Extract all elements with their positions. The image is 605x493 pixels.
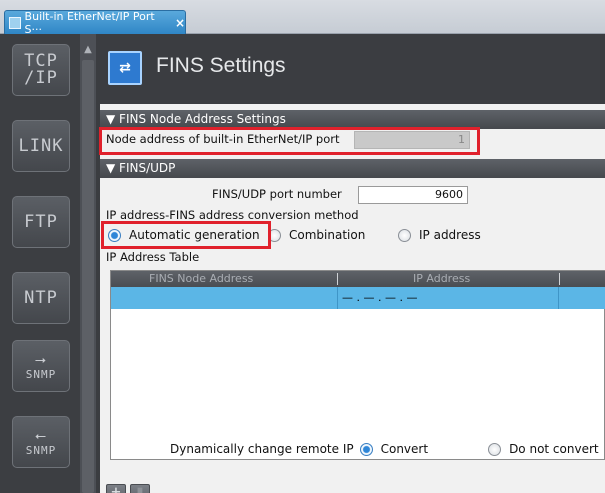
- nav-ntp-label: NTP: [24, 287, 58, 308]
- highlight-automatic-generation: [101, 221, 271, 249]
- column-separator: [559, 273, 560, 285]
- conversion-method-label: IP address-FINS address conversion metho…: [106, 208, 359, 222]
- dynamic-remote-ip-label: Dynamically change remote IP: [170, 442, 354, 456]
- scroll-up-icon[interactable]: ▲: [82, 44, 94, 56]
- delete-row-button[interactable]: ▮: [130, 484, 150, 493]
- nav-snmp-trap-button[interactable]: ⭠ SNMP: [12, 416, 70, 468]
- udp-port-label: FINS/UDP port number: [212, 187, 342, 201]
- nav-link-button[interactable]: LINK: [12, 120, 70, 172]
- scroll-thumb[interactable]: [82, 60, 94, 493]
- trash-icon: ▮: [136, 485, 144, 493]
- table-row[interactable]: — . — . — . —: [111, 287, 605, 309]
- close-icon[interactable]: ×: [175, 16, 185, 30]
- ip-address-cell[interactable]: — . — . — . —: [337, 287, 559, 309]
- nav-snmp-label: SNMP: [25, 367, 57, 381]
- radio-ip-address-label: IP address: [419, 228, 481, 242]
- radio-convert-label: Convert: [380, 442, 429, 456]
- nav-ntp-button[interactable]: NTP: [12, 272, 70, 324]
- tab-bar: Built-in EtherNet/IP Port S··· ×: [0, 0, 605, 36]
- tab-builtin-ethernet-ip-port[interactable]: Built-in EtherNet/IP Port S··· ×: [4, 9, 186, 36]
- radio-unselected-icon: [398, 228, 411, 242]
- page-header: ⇄ FINS Settings: [96, 34, 605, 104]
- dynamic-remote-ip-row: Dynamically change remote IP Convert Do …: [170, 442, 599, 456]
- ip-address-table: FINS Node Address IP Address — . — . — .…: [110, 270, 605, 460]
- udp-port-input[interactable]: 9600: [358, 186, 468, 204]
- nav-tcpip-label-bottom: /IP: [24, 68, 58, 88]
- radio-combination[interactable]: Combination: [268, 228, 365, 242]
- nav-link-label: LINK: [18, 135, 64, 156]
- tab-title: Built-in EtherNet/IP Port S···: [24, 9, 155, 36]
- add-row-button[interactable]: +: [106, 484, 126, 493]
- fins-icon: ⇄: [108, 51, 142, 85]
- table-header: FINS Node Address IP Address: [111, 271, 605, 287]
- nav-tcpip-button[interactable]: TCP /IP: [12, 44, 70, 96]
- column-fins-node-address[interactable]: FINS Node Address: [149, 272, 253, 285]
- nav-ftp-label: FTP: [24, 211, 58, 232]
- radio-convert[interactable]: [359, 442, 373, 456]
- radio-ip-address[interactable]: IP address: [398, 228, 481, 242]
- settings-window-icon: [9, 16, 21, 29]
- nav-ftp-button[interactable]: FTP: [12, 196, 70, 248]
- highlight-node-address: [99, 127, 480, 155]
- radio-combination-label: Combination: [289, 228, 366, 242]
- ip-address-table-label: IP Address Table: [106, 250, 200, 264]
- nav-scrollbar[interactable]: ▲: [80, 34, 96, 493]
- radio-do-not-convert[interactable]: [488, 442, 502, 456]
- snmp-receive-icon: ⭠: [34, 427, 48, 444]
- column-ip-address[interactable]: IP Address: [413, 272, 470, 285]
- settings-panel: ▼ FINS Node Address Settings Node addres…: [99, 104, 605, 493]
- left-nav: TCP /IP LINK FTP NTP ⭢ SNMP ⭠ SNMP: [0, 34, 80, 493]
- main-content: ⇄ FINS Settings ▼ FINS Node Address Sett…: [96, 34, 605, 493]
- section-fins-udp[interactable]: ▼ FINS/UDP: [100, 159, 605, 178]
- nav-snmp-button[interactable]: ⭢ SNMP: [12, 340, 70, 392]
- radio-do-not-convert-label: Do not convert: [509, 442, 599, 456]
- table-toolbar: + ▮: [106, 484, 150, 493]
- snmp-send-icon: ⭢: [34, 351, 48, 368]
- nav-snmp-trap-label: SNMP: [25, 443, 57, 457]
- column-separator: [337, 273, 338, 285]
- page-title: FINS Settings: [156, 54, 286, 77]
